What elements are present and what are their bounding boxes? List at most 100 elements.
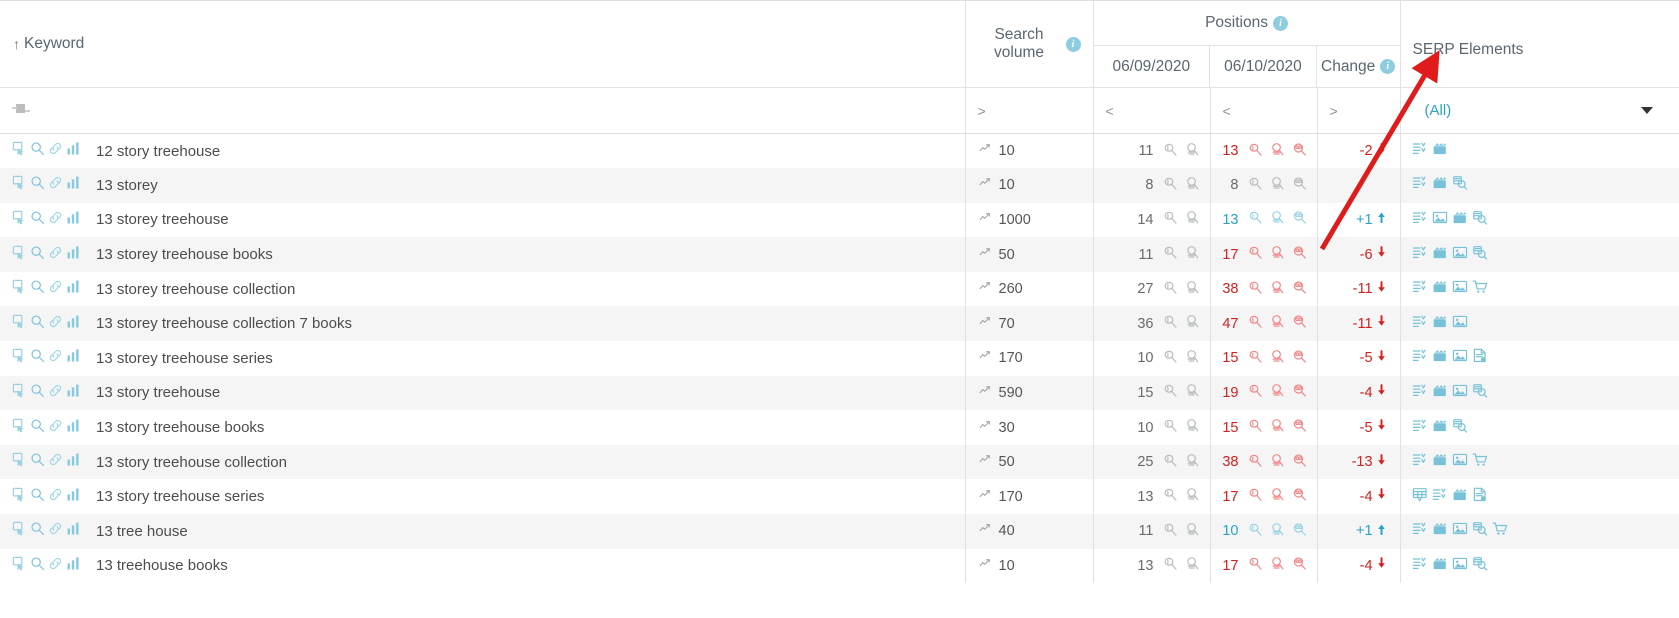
table-row[interactable]: 13 treehouse books 10 13 17 -4 bbox=[0, 548, 1679, 584]
serp-snapshot-icon[interactable] bbox=[1248, 453, 1263, 472]
serp-compare-icon[interactable] bbox=[1292, 314, 1307, 333]
serp-compare-icon[interactable] bbox=[1292, 210, 1307, 229]
link-icon[interactable] bbox=[48, 452, 63, 472]
serp-image-icon[interactable] bbox=[1452, 348, 1468, 368]
serp-result-icon[interactable] bbox=[1270, 245, 1285, 264]
serp-result-icon[interactable] bbox=[1270, 383, 1285, 402]
chart-icon[interactable] bbox=[66, 279, 81, 299]
header-serp-elements[interactable]: SERP Elements bbox=[1400, 1, 1679, 88]
serp-result-icon[interactable] bbox=[1270, 349, 1285, 368]
link-icon[interactable] bbox=[48, 314, 63, 334]
serp-result-icon[interactable] bbox=[1270, 210, 1285, 229]
serp-result-icon[interactable] bbox=[1185, 210, 1200, 229]
serp-compare-icon[interactable] bbox=[1292, 556, 1307, 575]
serp-result-icon[interactable] bbox=[1270, 522, 1285, 541]
table-row[interactable]: 13 storey treehouse collection 260 27 38 -11 bbox=[0, 271, 1679, 307]
serp-snapshot-icon[interactable] bbox=[1163, 556, 1178, 575]
serp-result-icon[interactable] bbox=[1270, 176, 1285, 195]
serp-image-icon[interactable] bbox=[1452, 556, 1468, 576]
chart-icon[interactable] bbox=[66, 175, 81, 195]
serp-result-icon[interactable] bbox=[1185, 280, 1200, 299]
search-icon[interactable] bbox=[30, 556, 45, 576]
link-icon[interactable] bbox=[48, 210, 63, 230]
serp-video-icon[interactable] bbox=[1432, 314, 1448, 334]
serp-video-icon[interactable] bbox=[1432, 245, 1448, 265]
serp-compare-icon[interactable] bbox=[1292, 176, 1307, 195]
serp-result-icon[interactable] bbox=[1185, 418, 1200, 437]
serp-result-icon[interactable] bbox=[1270, 453, 1285, 472]
serp-preview-icon[interactable] bbox=[12, 279, 27, 299]
serp-compare-icon[interactable] bbox=[1292, 383, 1307, 402]
serp-video-icon[interactable] bbox=[1432, 521, 1448, 541]
serp-preview-icon[interactable] bbox=[12, 521, 27, 541]
serp-snippet-icon[interactable] bbox=[1432, 487, 1448, 507]
serp-preview-icon[interactable] bbox=[1472, 210, 1488, 230]
abc-filter-icon[interactable] bbox=[12, 103, 30, 118]
serp-image-icon[interactable] bbox=[1432, 210, 1448, 230]
serp-compare-icon[interactable] bbox=[1292, 245, 1307, 264]
serp-preview-icon[interactable] bbox=[1472, 383, 1488, 403]
serp-snapshot-icon[interactable] bbox=[1248, 142, 1263, 161]
serp-snapshot-icon[interactable] bbox=[1248, 210, 1263, 229]
serp-snapshot-icon[interactable] bbox=[1248, 314, 1263, 333]
serp-snippet-icon[interactable] bbox=[1412, 175, 1428, 195]
serp-shopping-icon[interactable] bbox=[1471, 452, 1488, 472]
serp-preview-icon[interactable] bbox=[12, 175, 27, 195]
serp-table-icon[interactable] bbox=[1412, 487, 1428, 507]
chart-icon[interactable] bbox=[66, 245, 81, 265]
info-icon[interactable]: i bbox=[1380, 59, 1396, 74]
search-icon[interactable] bbox=[30, 383, 45, 403]
header-change[interactable]: Change i bbox=[1317, 46, 1400, 87]
search-icon[interactable] bbox=[30, 245, 45, 265]
serp-shopping-icon[interactable] bbox=[1491, 521, 1508, 541]
serp-snippet-icon[interactable] bbox=[1412, 452, 1428, 472]
filter-change-cell[interactable]: > bbox=[1317, 87, 1401, 134]
search-icon[interactable] bbox=[30, 521, 45, 541]
link-icon[interactable] bbox=[48, 175, 63, 195]
serp-snapshot-icon[interactable] bbox=[1163, 349, 1178, 368]
serp-image-icon[interactable] bbox=[1452, 279, 1468, 299]
link-icon[interactable] bbox=[48, 487, 63, 507]
filter-date-1-cell[interactable]: < bbox=[1093, 87, 1211, 134]
chart-icon[interactable] bbox=[66, 418, 81, 438]
filter-date-2-cell[interactable]: < bbox=[1210, 87, 1318, 134]
serp-result-icon[interactable] bbox=[1270, 280, 1285, 299]
serp-preview-icon[interactable] bbox=[12, 314, 27, 334]
search-icon[interactable] bbox=[30, 141, 45, 161]
serp-snippet-icon[interactable] bbox=[1412, 521, 1428, 541]
serp-result-icon[interactable] bbox=[1270, 314, 1285, 333]
serp-result-icon[interactable] bbox=[1185, 314, 1200, 333]
search-icon[interactable] bbox=[30, 418, 45, 438]
serp-preview-icon[interactable] bbox=[12, 383, 27, 403]
serp-snippet-icon[interactable] bbox=[1412, 418, 1428, 438]
chart-icon[interactable] bbox=[66, 141, 81, 161]
serp-document-icon[interactable] bbox=[1472, 348, 1488, 368]
link-icon[interactable] bbox=[48, 141, 63, 161]
filter-search-volume-cell[interactable]: > bbox=[965, 87, 1094, 134]
serp-result-icon[interactable] bbox=[1185, 383, 1200, 402]
serp-snapshot-icon[interactable] bbox=[1248, 383, 1263, 402]
chart-icon[interactable] bbox=[66, 210, 81, 230]
table-row[interactable]: 13 storey treehouse series 170 10 15 -5 bbox=[0, 341, 1679, 376]
serp-video-icon[interactable] bbox=[1452, 487, 1468, 507]
link-icon[interactable] bbox=[48, 279, 63, 299]
serp-compare-icon[interactable] bbox=[1292, 349, 1307, 368]
serp-video-icon[interactable] bbox=[1432, 383, 1448, 403]
serp-video-icon[interactable] bbox=[1432, 141, 1448, 161]
serp-snapshot-icon[interactable] bbox=[1248, 176, 1263, 195]
search-icon[interactable] bbox=[30, 175, 45, 195]
filter-serp-value[interactable]: (All) bbox=[1413, 102, 1452, 119]
serp-snapshot-icon[interactable] bbox=[1163, 245, 1178, 264]
table-row[interactable]: 13 story treehouse series 170 13 17 -4 bbox=[0, 479, 1679, 515]
filter-keyword-cell[interactable] bbox=[0, 87, 966, 134]
serp-snippet-icon[interactable] bbox=[1412, 245, 1428, 265]
serp-result-icon[interactable] bbox=[1185, 522, 1200, 541]
serp-image-icon[interactable] bbox=[1452, 314, 1468, 334]
chart-icon[interactable] bbox=[66, 521, 81, 541]
link-icon[interactable] bbox=[48, 245, 63, 265]
serp-snapshot-icon[interactable] bbox=[1248, 418, 1263, 437]
serp-image-icon[interactable] bbox=[1452, 452, 1468, 472]
serp-snippet-icon[interactable] bbox=[1412, 141, 1428, 161]
serp-preview-icon[interactable] bbox=[12, 556, 27, 576]
serp-compare-icon[interactable] bbox=[1292, 522, 1307, 541]
